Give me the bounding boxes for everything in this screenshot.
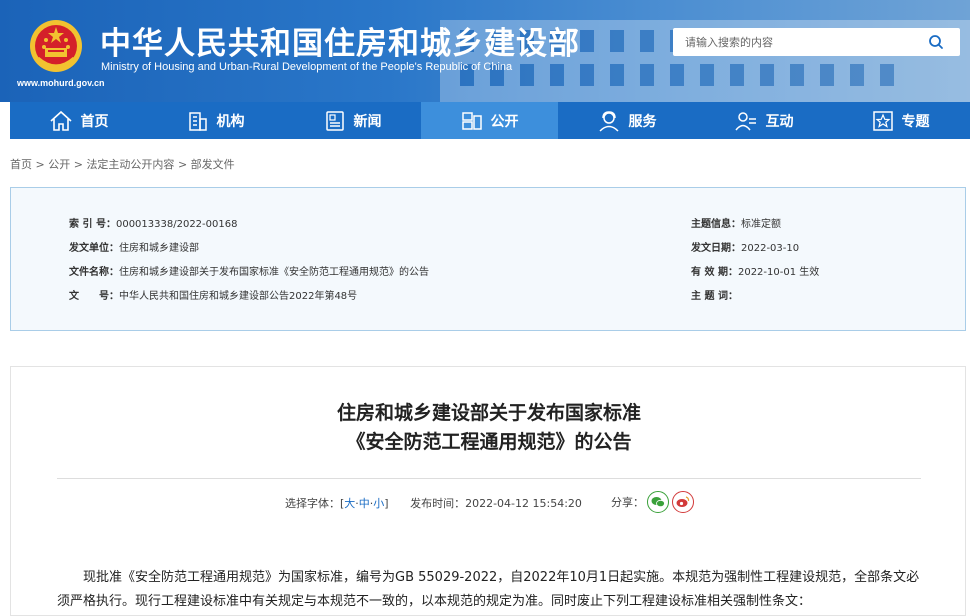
meta-issuer: 发文单位：住房和城乡建设部 xyxy=(69,243,199,254)
interact-icon xyxy=(734,111,756,130)
wechat-glyph xyxy=(651,497,665,508)
breadcrumb-separator: > xyxy=(35,158,45,171)
publish-label: 发布时间： xyxy=(410,497,466,510)
national-emblem-icon xyxy=(30,20,82,72)
nav-label: 公开 xyxy=(490,113,519,130)
service-icon xyxy=(598,110,619,132)
search-input[interactable] xyxy=(673,28,908,56)
nav-item-news[interactable]: 新闻 xyxy=(284,102,421,139)
article-title-line1: 住房和城乡建设部关于发布国家标准 xyxy=(336,402,641,424)
nav-label: 专题 xyxy=(901,113,930,130)
disclosure-icon xyxy=(461,111,482,130)
breadcrumb-separator: > xyxy=(177,158,188,171)
nav-item-service[interactable]: 服务 xyxy=(558,102,695,139)
nav-item-home[interactable]: 首页 xyxy=(10,102,147,139)
main-nav: 首页 机构 新闻 公开 服务 互动 专题 xyxy=(10,102,970,139)
meta-validity: 有 效 期：2022-10-01 生效 xyxy=(691,267,820,278)
document-meta-box: 索 引 号：000013338/2022-00168 发文单位：住房和城乡建设部… xyxy=(10,187,966,331)
nav-label: 新闻 xyxy=(353,113,382,130)
nav-item-disclosure[interactable]: 公开 xyxy=(421,102,558,139)
wechat-icon[interactable] xyxy=(647,491,669,513)
site-subtitle: Ministry of Housing and Urban-Rural Deve… xyxy=(101,61,513,73)
weibo-icon[interactable] xyxy=(672,491,694,513)
nav-item-topic[interactable]: 专题 xyxy=(832,102,969,139)
nav-item-interact[interactable]: 互动 xyxy=(695,102,832,139)
font-size-medium[interactable]: 中 xyxy=(359,497,370,510)
breadcrumb-disclosure[interactable]: 公开 xyxy=(48,158,70,171)
nav-label: 互动 xyxy=(765,113,794,130)
breadcrumb: 首页 > 公开 > 法定主动公开内容 > 部发文件 xyxy=(10,156,235,172)
article-body: 现批准《安全防范工程通用规范》为国家标准，编号为GB 55029-2022，自2… xyxy=(57,570,920,609)
search-icon xyxy=(929,35,943,49)
news-icon xyxy=(325,110,344,131)
font-size-close: ] xyxy=(384,497,389,510)
breadcrumb-separator: > xyxy=(73,158,83,171)
meta-topic: 主题信息：标准定额 xyxy=(691,219,781,230)
meta-date: 发文日期：2022-03-10 xyxy=(691,243,800,254)
site-title: 中华人民共和国住房和城乡建设部 xyxy=(100,26,580,62)
nav-item-org[interactable]: 机构 xyxy=(147,102,284,139)
search-button[interactable] xyxy=(912,28,960,56)
site-header: www.mohurd.gov.cn 中华人民共和国住房和城乡建设部 Minist… xyxy=(0,0,970,102)
nav-label: 服务 xyxy=(628,113,657,130)
site-url: www.mohurd.gov.cn xyxy=(17,78,105,88)
breadcrumb-statutory[interactable]: 法定主动公开内容 xyxy=(86,158,174,171)
article-title-line2: 《安全防范工程通用规范》的公告 xyxy=(346,431,632,453)
font-size-large[interactable]: 大 xyxy=(344,497,355,510)
home-icon xyxy=(49,110,72,131)
search-box xyxy=(673,28,960,56)
font-size-label: 选择字体：[ xyxy=(285,497,345,510)
title-divider xyxy=(57,478,921,479)
article-title: 住房和城乡建设部关于发布国家标准 《安全防范工程通用规范》的公告 xyxy=(11,399,967,457)
meta-filename: 文件名称：住房和城乡建设部关于发布国家标准《安全防范工程通用规范》的公告 xyxy=(69,267,429,278)
nav-label: 机构 xyxy=(216,113,245,130)
meta-index: 索 引 号：000013338/2022-00168 xyxy=(69,219,238,230)
weibo-glyph xyxy=(676,496,690,507)
breadcrumb-home[interactable]: 首页 xyxy=(10,158,32,171)
meta-docno: 文 号：中华人民共和国住房和城乡建设部公告2022年第48号 xyxy=(69,291,358,302)
meta-subject: 主 题 词： xyxy=(691,291,738,302)
article-info: 选择字体：[大·中·小] 发布时间：2022-04-12 15:54:20 xyxy=(285,495,582,511)
publish-time: 2022-04-12 15:54:20 xyxy=(465,497,582,510)
star-icon xyxy=(872,110,893,131)
nav-label: 首页 xyxy=(80,113,109,130)
share-label: 分享： xyxy=(611,496,644,509)
share-bar: 分享： xyxy=(611,491,694,513)
breadcrumb-documents[interactable]: 部发文件 xyxy=(191,158,235,171)
font-size-small[interactable]: 小 xyxy=(373,497,384,510)
building-icon xyxy=(188,111,207,131)
article: 住房和城乡建设部关于发布国家标准 《安全防范工程通用规范》的公告 选择字体：[大… xyxy=(10,366,966,616)
